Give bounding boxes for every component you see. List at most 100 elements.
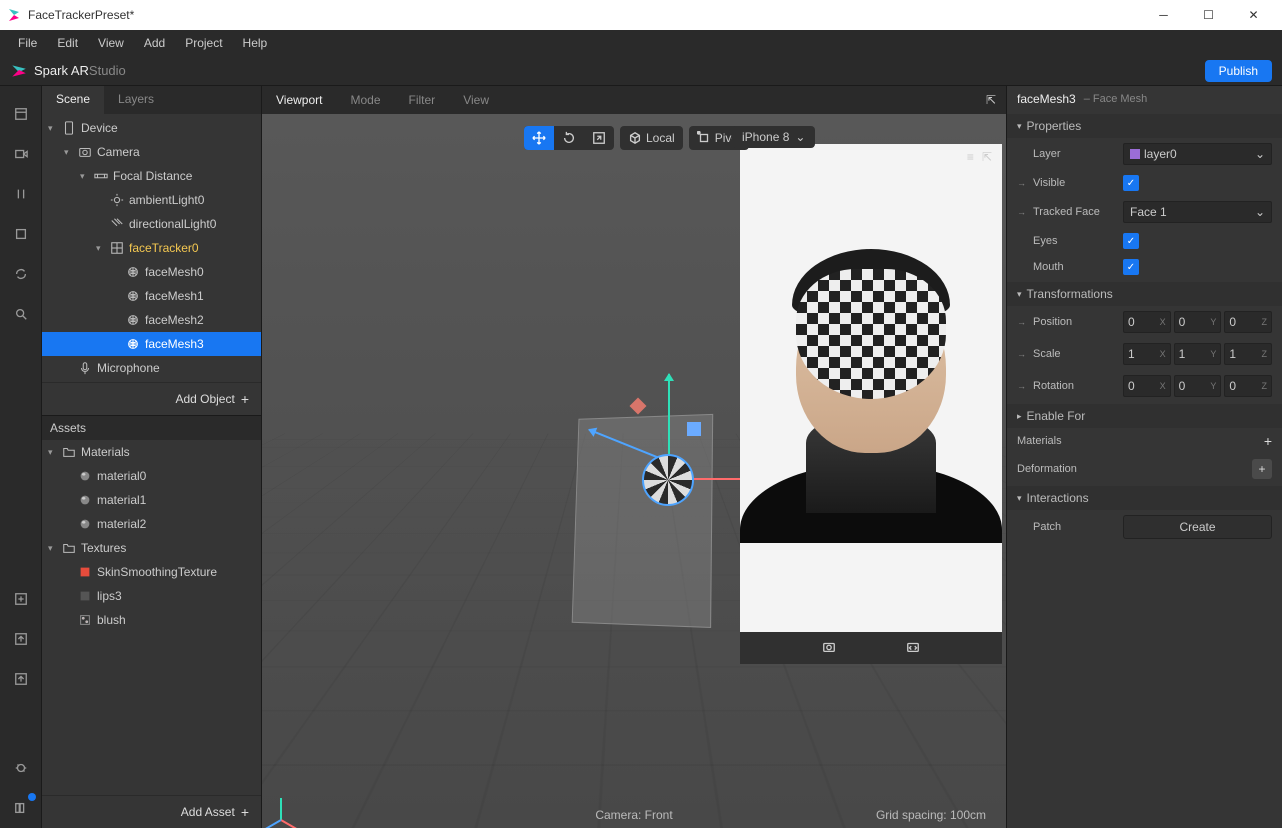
tree-item-lips3[interactable]: lips3	[42, 584, 261, 608]
section-transformations[interactable]: ▾Transformations	[1007, 282, 1282, 306]
rail-video-icon[interactable]	[8, 141, 34, 167]
spark-logo	[10, 62, 28, 80]
tree-item-skinsmoothingtexture[interactable]: SkinSmoothingTexture	[42, 560, 261, 584]
tree-item-material1[interactable]: material1	[42, 488, 261, 512]
rotation-z[interactable]: 0Z	[1224, 375, 1272, 397]
chevron-down-icon: ⌄	[1255, 205, 1265, 219]
section-properties[interactable]: ▾Properties	[1007, 114, 1282, 138]
rail-stop-icon[interactable]	[8, 221, 34, 247]
tree-item-facemesh1[interactable]: faceMesh1	[42, 284, 261, 308]
visible-checkbox[interactable]: ✓	[1123, 175, 1139, 191]
tracker-icon	[109, 241, 125, 255]
device-preview: ≡ ⇱	[740, 144, 1002, 664]
facemesh-gizmo[interactable]	[642, 454, 694, 506]
tree-item-directionallight0[interactable]: directionalLight0	[42, 212, 261, 236]
rail-search-icon[interactable]	[8, 301, 34, 327]
tree-item-textures[interactable]: ▾Textures	[42, 536, 261, 560]
gizmo-y-axis[interactable]	[668, 374, 670, 456]
camera-icon	[77, 145, 93, 159]
viewport-3d[interactable]: Local Pivot iPhone 8⌄	[262, 114, 1006, 828]
rotate-tool[interactable]	[554, 126, 584, 150]
chevron-down-icon: ⌄	[795, 130, 805, 144]
tree-item-facemesh3[interactable]: faceMesh3	[42, 332, 261, 356]
scale-z[interactable]: 1Z	[1224, 343, 1272, 365]
brand-bar: Spark AR Studio Publish	[0, 56, 1282, 86]
tree-item-microphone[interactable]: Microphone	[42, 356, 261, 380]
rail-add-icon[interactable]	[8, 586, 34, 612]
section-interactions[interactable]: ▾Interactions	[1007, 486, 1282, 510]
tab-scene[interactable]: Scene	[42, 86, 104, 114]
move-tool[interactable]	[524, 126, 554, 150]
rail-debug-icon[interactable]	[8, 755, 34, 781]
popout-icon[interactable]: ⇱	[976, 93, 1006, 107]
tree-item-facemesh0[interactable]: faceMesh0	[42, 260, 261, 284]
mic-icon	[77, 361, 93, 375]
left-rail	[0, 86, 42, 828]
publish-button[interactable]: Publish	[1205, 60, 1272, 82]
maximize-button[interactable]: ☐	[1186, 0, 1231, 30]
tree-item-device[interactable]: ▾Device	[42, 116, 261, 140]
scale-x[interactable]: 1X	[1123, 343, 1171, 365]
tree-item-material2[interactable]: material2	[42, 512, 261, 536]
local-toggle[interactable]: Local	[620, 126, 683, 150]
mouth-checkbox[interactable]: ✓	[1123, 259, 1139, 275]
preview-menu-icon[interactable]: ≡	[967, 150, 974, 164]
rail-refresh-icon[interactable]	[8, 261, 34, 287]
tree-item-facemesh2[interactable]: faceMesh2	[42, 308, 261, 332]
menu-view[interactable]: View	[88, 32, 134, 54]
add-asset-button[interactable]: Add Asset+	[42, 795, 261, 828]
eyes-checkbox[interactable]: ✓	[1123, 233, 1139, 249]
rail-upload-icon[interactable]	[8, 666, 34, 692]
position-x[interactable]: 0X	[1123, 311, 1171, 333]
tree-item-material0[interactable]: material0	[42, 464, 261, 488]
inspector-title: faceMesh3 – Face Mesh	[1007, 86, 1282, 112]
rail-export-icon[interactable]	[8, 626, 34, 652]
tree-item-facetracker0[interactable]: ▾faceTracker0	[42, 236, 261, 260]
tab-filter[interactable]: Filter	[395, 87, 450, 113]
scale-y[interactable]: 1Y	[1174, 343, 1222, 365]
close-button[interactable]: ✕	[1231, 0, 1276, 30]
plus-icon: +	[241, 804, 249, 820]
inspector: faceMesh3 – Face Mesh ▾Properties Layer …	[1006, 86, 1282, 828]
flip-camera-icon[interactable]	[906, 640, 920, 657]
tab-view[interactable]: View	[449, 87, 503, 113]
device-selector[interactable]: iPhone 8⌄	[732, 126, 815, 148]
tab-layers[interactable]: Layers	[104, 86, 168, 114]
create-patch-button[interactable]: Create	[1123, 515, 1272, 539]
minimize-button[interactable]: ─	[1141, 0, 1186, 30]
rail-pause-icon[interactable]	[8, 181, 34, 207]
tree-item-blush[interactable]: blush	[42, 608, 261, 632]
scene-tree: ▾Device▾Camera▾Focal DistanceambientLigh…	[42, 114, 261, 382]
capture-icon[interactable]	[822, 640, 836, 657]
menu-file[interactable]: File	[8, 32, 47, 54]
menu-project[interactable]: Project	[175, 32, 232, 54]
preview-canvas[interactable]	[740, 144, 1002, 632]
tab-mode[interactable]: Mode	[336, 87, 394, 113]
mesh-icon	[125, 313, 141, 327]
menu-help[interactable]: Help	[233, 32, 278, 54]
tree-item-materials[interactable]: ▾Materials	[42, 440, 261, 464]
position-y[interactable]: 0Y	[1174, 311, 1222, 333]
rail-library-icon[interactable]	[8, 795, 34, 821]
preview-expand-icon[interactable]: ⇱	[982, 150, 992, 164]
rail-layout-icon[interactable]	[8, 101, 34, 127]
window-title: FaceTrackerPreset*	[28, 8, 134, 22]
add-deformation-button[interactable]: +	[1252, 459, 1272, 479]
tree-item-focal-distance[interactable]: ▾Focal Distance	[42, 164, 261, 188]
menu-edit[interactable]: Edit	[47, 32, 88, 54]
tree-item-ambientlight0[interactable]: ambientLight0	[42, 188, 261, 212]
add-object-button[interactable]: Add Object+	[42, 382, 261, 415]
tree-item-camera[interactable]: ▾Camera	[42, 140, 261, 164]
tracked-face-select[interactable]: Face 1⌄	[1123, 201, 1272, 223]
menu-add[interactable]: Add	[134, 32, 175, 54]
tab-viewport[interactable]: Viewport	[262, 87, 336, 113]
layer-select[interactable]: layer0⌄	[1123, 143, 1272, 165]
gizmo-handle[interactable]	[687, 422, 701, 436]
rotation-x[interactable]: 0X	[1123, 375, 1171, 397]
scale-tool[interactable]	[584, 126, 614, 150]
section-enable-for[interactable]: ▸Enable For	[1007, 404, 1282, 428]
gizmo-handle[interactable]	[630, 398, 647, 415]
position-z[interactable]: 0Z	[1224, 311, 1272, 333]
add-material-button[interactable]: +	[1264, 433, 1272, 449]
rotation-y[interactable]: 0Y	[1174, 375, 1222, 397]
